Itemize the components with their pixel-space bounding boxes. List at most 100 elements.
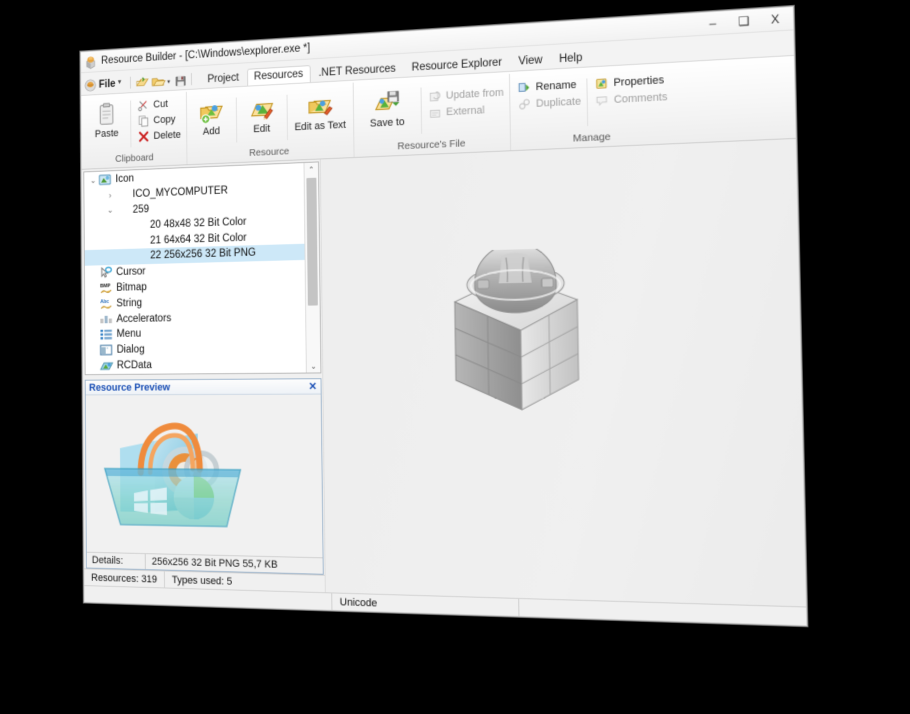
tree-row-label: 22 256x256 32 Bit PNG — [150, 247, 256, 262]
copy-label: Copy — [153, 113, 176, 127]
left-panel: ⌄ Icon › ICO_MYCOMPUTER ⌄ 259 20 48x48 32 Bit … — [81, 159, 325, 593]
rcdata-icon — [100, 359, 114, 372]
close-button[interactable]: X — [768, 12, 783, 27]
editor-canvas[interactable] — [319, 138, 807, 607]
scroll-up-arrow-icon[interactable]: ⌃ — [304, 162, 318, 176]
comments-label: Comments — [613, 91, 668, 106]
manage-col-2: Properties Comments — [591, 71, 669, 108]
file-menu-label: File — [98, 78, 116, 91]
tree-twisty-expanded-icon[interactable]: ⌄ — [105, 206, 116, 217]
properties-icon — [594, 76, 609, 91]
scrollbar-thumb[interactable] — [306, 177, 318, 306]
clipboard-icon — [94, 100, 120, 129]
copy-button[interactable]: Copy — [137, 113, 181, 128]
quick-access-separator — [130, 76, 132, 89]
file-menu-caret-icon: ▾ — [117, 78, 121, 86]
properties-button[interactable]: Properties — [594, 73, 667, 91]
duplicate-icon — [517, 97, 532, 111]
tree-scrollbar[interactable]: ⌃ ⌄ — [303, 162, 321, 373]
paste-label: Paste — [94, 127, 119, 140]
save-project-icon[interactable] — [174, 73, 189, 88]
cut-button[interactable]: Cut — [137, 97, 181, 112]
clipboard-divider — [130, 100, 132, 148]
resources-file-divider — [420, 87, 422, 134]
new-project-icon[interactable] — [135, 76, 150, 91]
scissors-icon — [137, 99, 150, 113]
paste-button[interactable]: Paste — [86, 98, 127, 142]
tree-icon-placeholder — [133, 250, 147, 263]
preview-image-area — [85, 394, 323, 558]
duplicate-label: Duplicate — [535, 95, 582, 110]
tree-twisty-collapsed-icon[interactable]: › — [105, 191, 116, 201]
windows-store-bag-icon — [96, 415, 276, 536]
tree-row-label: Cursor — [116, 266, 146, 278]
tree-row-label: String — [116, 297, 143, 309]
edit-as-text-label: Edit as Text — [294, 119, 347, 134]
quick-access-separator-2 — [190, 73, 192, 86]
properties-label: Properties — [613, 74, 665, 89]
update-from-icon — [428, 89, 442, 103]
tab-resources-label: Resources — [253, 68, 304, 83]
update-from-button[interactable]: Update from — [428, 86, 504, 104]
add-resource-icon — [198, 97, 225, 126]
tree-row-label: Menu — [116, 328, 142, 341]
comments-button[interactable]: Comments — [595, 90, 668, 108]
ribbon-group-resource: Add Edit Edit as Text Resource — [185, 82, 354, 165]
add-button[interactable]: Add — [190, 95, 232, 140]
maximize-button[interactable]: ❑ — [736, 14, 751, 29]
resource-preview-header: Resource Preview ✕ — [85, 379, 321, 396]
clipboard-small-buttons: Cut Copy Delete — [134, 95, 182, 144]
delete-button[interactable]: Delete — [137, 128, 181, 143]
resource-divider-2 — [286, 94, 288, 141]
resource-tree[interactable]: ⌄ Icon › ICO_MYCOMPUTER ⌄ 259 20 48x48 32 Bit … — [84, 163, 306, 374]
tree-icon-placeholder — [116, 188, 130, 201]
minimize-button[interactable]: – — [705, 16, 720, 31]
tab-help[interactable]: Help — [551, 49, 590, 69]
tab-resources[interactable]: Resources — [246, 65, 311, 86]
ribbon-group-clipboard: Paste Cut Copy Delete Clipboard — [83, 92, 186, 169]
delete-label: Delete — [153, 129, 181, 142]
save-to-button[interactable]: Save to — [357, 85, 417, 132]
resource-divider-1 — [235, 97, 237, 143]
desktop-background: Resource Builder - [C:\Windows\explorer.… — [0, 0, 910, 714]
svg-text:BMP: BMP — [100, 283, 111, 289]
string-abc-icon: Abc — [99, 297, 113, 310]
copy-pages-icon — [137, 114, 150, 128]
edit-as-text-button[interactable]: Edit as Text — [291, 89, 350, 136]
save-to-icon — [373, 88, 401, 118]
tab-project-label: Project — [207, 72, 239, 86]
window-controls: – ❑ X — [705, 11, 789, 31]
save-to-label: Save to — [369, 116, 405, 130]
resource-builder-logo-icon — [84, 54, 97, 68]
scroll-down-arrow-icon[interactable]: ⌄ — [307, 359, 321, 373]
edit-resource-icon — [248, 94, 275, 124]
tree-row-label: Dialog — [116, 344, 145, 356]
comments-icon — [595, 93, 610, 108]
rename-button[interactable]: Rename — [517, 78, 581, 95]
red-x-icon — [137, 130, 150, 144]
open-project-icon[interactable] — [152, 75, 167, 90]
tree-row[interactable]: RCData — [85, 356, 305, 374]
tree-twisty-expanded-icon[interactable]: ⌄ — [88, 175, 99, 186]
manage-divider — [586, 78, 589, 127]
file-menu-icon — [84, 79, 96, 92]
resources-file-small-buttons: Update from External — [425, 80, 506, 120]
resource-preview-panel: Resource Preview ✕ Details: 256x256 32 B… — [84, 378, 324, 575]
open-dropdown-caret-icon[interactable]: ▾ — [167, 78, 170, 86]
rename-icon — [517, 80, 532, 95]
tab-view[interactable]: View — [511, 51, 551, 71]
external-button[interactable]: External — [428, 103, 504, 120]
preview-close-icon[interactable]: ✕ — [309, 381, 318, 393]
accelerators-icon — [99, 313, 113, 326]
main-body: ⌄ Icon › ICO_MYCOMPUTER ⌄ 259 20 48x48 32 Bit … — [81, 138, 807, 607]
details-label: Details: — [91, 554, 124, 567]
menu-list-icon — [100, 328, 114, 341]
edit-button[interactable]: Edit — [240, 92, 283, 137]
duplicate-button[interactable]: Duplicate — [517, 95, 581, 112]
tree-row-label: ICO_MYCOMPUTER — [132, 185, 228, 200]
rename-label: Rename — [535, 79, 577, 94]
dialog-window-icon — [100, 344, 114, 357]
